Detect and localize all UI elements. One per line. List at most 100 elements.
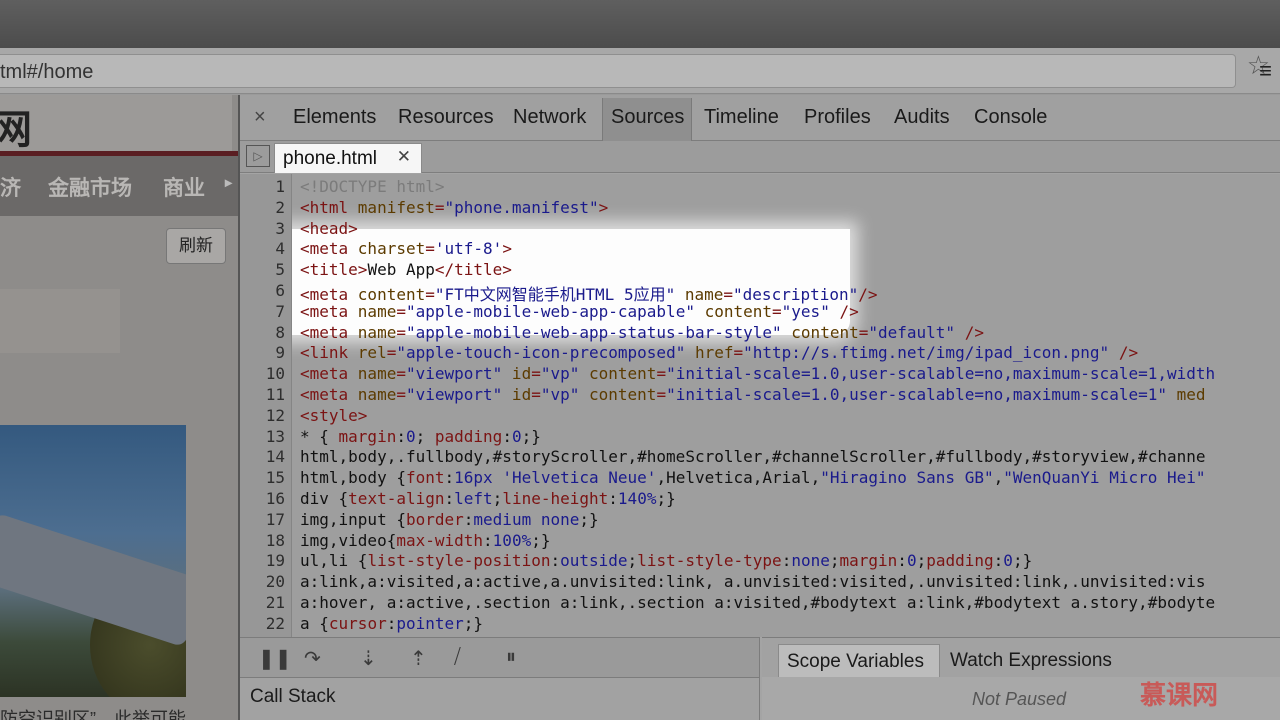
navigator-toggle-icon[interactable]: ▷: [246, 145, 270, 167]
line-number[interactable]: 10: [266, 364, 285, 383]
line-number[interactable]: 5: [275, 260, 285, 279]
pause-icon[interactable]: ❚❚: [258, 646, 292, 671]
code-token: =: [386, 343, 397, 363]
code-line[interactable]: a {cursor:pointer;}: [300, 614, 483, 633]
line-number[interactable]: 13: [266, 427, 285, 446]
nav-item-economy[interactable]: 济: [0, 172, 21, 202]
code-line[interactable]: <meta name="apple-mobile-web-app-status-…: [300, 323, 984, 342]
code-token: ;: [492, 489, 503, 508]
line-number[interactable]: 17: [266, 510, 285, 529]
code-line[interactable]: div {text-align:left;line-height:140%;}: [300, 489, 676, 508]
line-number[interactable]: 12: [266, 406, 285, 425]
tab-timeline[interactable]: Timeline: [704, 106, 779, 129]
line-number[interactable]: 7: [275, 302, 285, 321]
line-number[interactable]: 14: [266, 447, 285, 466]
code-line[interactable]: <html manifest="phone.manifest">: [300, 198, 608, 217]
code-line[interactable]: <meta name="apple-mobile-web-app-capable…: [300, 302, 859, 321]
line-number[interactable]: 6: [275, 281, 285, 300]
nav-item-markets[interactable]: 金融市场: [48, 172, 132, 202]
code-line[interactable]: <meta charset='utf-8'>: [300, 239, 512, 258]
tab-elements[interactable]: Elements: [293, 106, 376, 129]
code-token: list-style-type: [637, 551, 782, 571]
line-number[interactable]: 21: [266, 593, 285, 612]
address-text[interactable]: tml#/home: [0, 61, 93, 84]
code-token: content: [579, 385, 657, 404]
source-file-tabbar: ▷ phone.html ✕: [240, 141, 1280, 173]
code-line[interactable]: <meta name="viewport" id="vp" content="i…: [300, 364, 1215, 383]
deactivate-breakpoints-icon[interactable]: ⧸: [454, 646, 461, 669]
line-number[interactable]: 20: [266, 572, 285, 591]
code-token: name: [357, 301, 397, 321]
nav-scroll-arrow-icon[interactable]: ▸: [225, 174, 232, 191]
tab-network[interactable]: Network: [513, 106, 586, 129]
code-token: =: [772, 301, 782, 321]
code-line[interactable]: html,body,.fullbody,#storyScroller,#home…: [300, 447, 1205, 466]
code-token: font: [405, 468, 445, 488]
address-bar[interactable]: tml#/home: [0, 54, 1236, 88]
call-stack-section[interactable]: Call Stack: [240, 677, 760, 720]
code-line[interactable]: <!DOCTYPE html>: [300, 177, 445, 196]
code-token: pointer: [396, 613, 464, 633]
story-caption[interactable]: 防空识别区”，此举可能: [0, 705, 186, 720]
tab-watch-expressions[interactable]: Watch Expressions: [950, 650, 1112, 672]
source-code-editor[interactable]: 1 2 3 4 5 6 7 8 9 10 11 12 13 14 15 16 17 18 19 20 21 22 <!DO…: [240, 174, 1280, 637]
code-token: </title>: [434, 260, 512, 280]
step-into-icon[interactable]: ⇣: [360, 646, 377, 671]
call-stack-header[interactable]: Call Stack: [250, 686, 336, 708]
file-tab-phone-html[interactable]: phone.html ✕: [274, 143, 422, 173]
tab-audits[interactable]: Audits: [894, 106, 950, 129]
code-token: id: [502, 385, 532, 404]
code-token: content: [781, 322, 859, 342]
debugger-sidebar-tabs: Scope Variables Watch Expressions: [762, 637, 1280, 678]
code-token: 0: [405, 426, 416, 446]
story-photo[interactable]: [0, 425, 186, 697]
code-line[interactable]: <title>Web App</title>: [300, 260, 512, 279]
code-line[interactable]: ul,li {list-style-position:outside;list-…: [300, 551, 1032, 570]
code-line[interactable]: a:hover, a:active,.section a:link,.secti…: [300, 593, 1215, 612]
line-number[interactable]: 1: [275, 177, 285, 196]
code-line[interactable]: <head>: [300, 219, 358, 238]
line-number[interactable]: 4: [275, 239, 285, 258]
tab-resources[interactable]: Resources: [398, 106, 494, 129]
hamburger-menu-icon[interactable]: ≡: [1259, 60, 1272, 82]
line-number[interactable]: 2: [275, 198, 285, 217]
tab-profiles[interactable]: Profiles: [804, 106, 871, 129]
code-line[interactable]: html,body {font:16px 'Helvetica Neue',He…: [300, 468, 1206, 487]
line-number[interactable]: 16: [266, 489, 285, 508]
line-number[interactable]: 3: [275, 219, 285, 238]
code-line[interactable]: img,input {border:medium none;}: [300, 510, 599, 529]
line-number[interactable]: 15: [266, 468, 285, 487]
code-line[interactable]: <style>: [300, 406, 367, 425]
tab-sources[interactable]: Sources: [611, 106, 684, 129]
code-token: ;}: [531, 530, 551, 550]
line-number[interactable]: 19: [266, 551, 285, 570]
code-line[interactable]: a:link,a:visited,a:active,a.unvisited:li…: [300, 572, 1205, 591]
line-number[interactable]: 11: [266, 385, 285, 404]
tab-console[interactable]: Console: [974, 106, 1047, 129]
pause-on-exceptions-icon[interactable]: ⏸: [506, 646, 516, 669]
tab-scope-variables[interactable]: Scope Variables: [778, 644, 940, 678]
step-out-icon[interactable]: ⇡: [410, 646, 427, 671]
code-token: 0: [511, 426, 522, 446]
nav-item-business[interactable]: 商业: [163, 172, 205, 202]
code-token: <link: [300, 343, 358, 363]
code-line[interactable]: * { margin:0; padding:0;}: [300, 427, 541, 446]
step-over-icon[interactable]: ↷: [304, 646, 321, 671]
code-token: <head>: [300, 218, 358, 238]
code-line[interactable]: img,video{max-width:100%;}: [300, 531, 550, 550]
code-token: =: [396, 301, 406, 321]
refresh-button[interactable]: 刷新: [166, 228, 226, 264]
close-icon[interactable]: ✕: [397, 147, 411, 167]
line-number[interactable]: 18: [266, 531, 285, 550]
code-token: <!DOCTYPE html>: [300, 177, 445, 196]
code-line[interactable]: <link rel="apple-touch-icon-precomposed"…: [300, 343, 1138, 362]
code-token: =: [858, 322, 869, 342]
line-number-gutter[interactable]: 1 2 3 4 5 6 7 8 9 10 11 12 13 14 15 16 17 18 19 20 21 22: [240, 174, 292, 637]
line-number[interactable]: 9: [275, 343, 285, 362]
line-number[interactable]: 22: [266, 614, 285, 633]
inspected-webpage: 网 济 金融市场 商业 ▸ 刷新 防空识别区”，此举可能: [0, 95, 240, 720]
site-logo[interactable]: 网: [0, 95, 232, 153]
line-number[interactable]: 8: [275, 323, 285, 342]
close-icon[interactable]: ×: [254, 106, 266, 129]
code-line[interactable]: <meta name="viewport" id="vp" content="i…: [300, 385, 1206, 404]
